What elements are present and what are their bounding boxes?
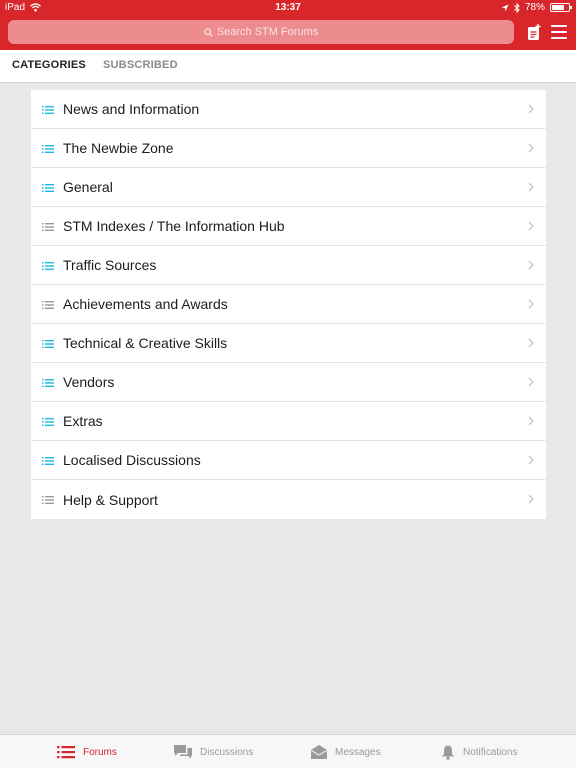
category-row[interactable]: Traffic Sources [31, 246, 546, 285]
search-field[interactable]: Search STM Forums [8, 20, 514, 44]
category-label: The Newbie Zone [63, 140, 174, 156]
list-icon [42, 145, 54, 153]
list-icon [42, 496, 54, 504]
category-label: Technical & Creative Skills [63, 335, 228, 351]
list-icon [42, 301, 54, 309]
chevron-right-icon [528, 338, 534, 348]
chevron-right-icon [528, 299, 534, 309]
category-label: Achievements and Awards [63, 296, 228, 312]
category-label: STM Indexes / The Information Hub [63, 218, 285, 234]
chevron-right-icon [528, 143, 534, 153]
list-icon [42, 340, 54, 348]
list-icon [42, 262, 54, 270]
category-label: Help & Support [63, 491, 158, 508]
forums-icon [57, 746, 75, 759]
category-row[interactable]: Extras [31, 402, 546, 441]
category-row[interactable]: Achievements and Awards [31, 285, 546, 324]
category-label: Localised Discussions [63, 452, 201, 468]
category-list: News and Information The Newbie Zone Gener… [31, 90, 546, 519]
menu-icon[interactable] [551, 25, 567, 39]
list-icon [42, 223, 54, 231]
tab-forums[interactable]: Forums [57, 735, 117, 768]
category-row[interactable]: General [31, 168, 546, 207]
search-icon [204, 27, 213, 37]
messages-icon [311, 745, 327, 759]
category-label: General [63, 179, 113, 195]
category-tabs: CATEGORIES SUBSCRIBED [0, 50, 576, 83]
category-label: Traffic Sources [63, 257, 157, 273]
category-row[interactable]: STM Indexes / The Information Hub [31, 207, 546, 246]
status-bar: iPad 13:37 78% [0, 0, 576, 16]
tab-subscribed[interactable]: SUBSCRIBED [103, 59, 178, 71]
tab-notifications[interactable]: Notifications [441, 735, 517, 768]
discussions-icon [174, 745, 192, 759]
chevron-right-icon [528, 377, 534, 387]
battery-percentage: 78% [524, 2, 545, 13]
tab-messages[interactable]: Messages [311, 735, 381, 768]
category-row[interactable]: The Newbie Zone [31, 129, 546, 168]
bluetooth-icon [514, 2, 520, 13]
tab-discussions[interactable]: Discussions [174, 735, 253, 768]
tab-categories[interactable]: CATEGORIES [12, 59, 86, 71]
list-icon [42, 184, 54, 192]
tab-notifications-label: Notifications [463, 746, 518, 758]
notifications-icon [442, 745, 454, 760]
clock: 13:37 [275, 2, 301, 13]
category-row[interactable]: News and Information [31, 90, 546, 129]
tab-discussions-label: Discussions [200, 746, 254, 758]
location-icon [501, 4, 509, 11]
list-icon [42, 418, 54, 426]
chevron-right-icon [528, 416, 534, 426]
category-label: Vendors [63, 374, 115, 390]
battery-icon [550, 3, 572, 12]
list-icon [42, 457, 54, 465]
new-topic-icon[interactable] [527, 24, 541, 41]
navigation-bar: Search STM Forums [0, 16, 576, 50]
list-icon [42, 379, 54, 387]
category-row[interactable]: Help & Support [31, 480, 546, 519]
tab-messages-label: Messages [335, 746, 381, 758]
category-row[interactable]: Localised Discussions [31, 441, 546, 480]
chevron-right-icon [528, 104, 534, 114]
search-placeholder: Search STM Forums [216, 26, 319, 38]
bottom-tab-bar: Forums Discussions Messages Notification… [0, 734, 576, 768]
category-label: Extras [63, 413, 103, 429]
chevron-right-icon [528, 455, 534, 465]
category-row[interactable]: Vendors [31, 363, 546, 402]
list-icon [42, 106, 54, 114]
chevron-right-icon [528, 260, 534, 270]
chevron-right-icon [528, 494, 534, 504]
chevron-right-icon [528, 221, 534, 231]
category-label: News and Information [63, 101, 200, 117]
chevron-right-icon [528, 182, 534, 192]
tab-forums-label: Forums [83, 746, 117, 758]
category-row[interactable]: Technical & Creative Skills [31, 324, 546, 363]
